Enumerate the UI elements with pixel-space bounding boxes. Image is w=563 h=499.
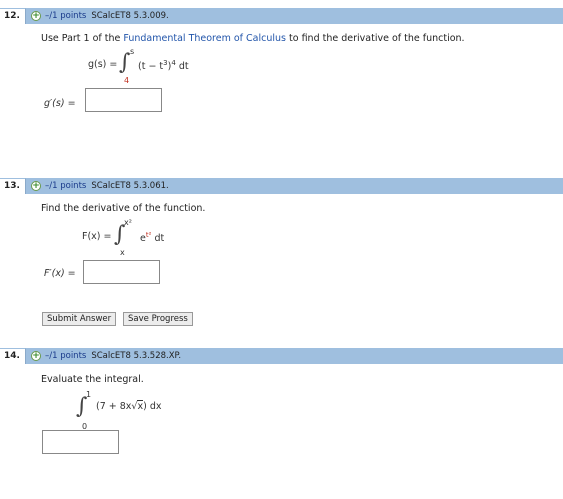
question-13: 13. + –/1 points SCalcET8 5.3.061. Find t… <box>0 178 563 338</box>
question-code: SCalcET8 5.3.061. <box>91 181 169 191</box>
integral-sign: ∫ <box>119 50 131 75</box>
upper-limit: 1 <box>86 390 92 399</box>
question-prompt: Use Part 1 of the Fundamental Theorem of… <box>41 33 465 44</box>
integrand: (t − t3)4 dt <box>138 59 189 73</box>
save-progress-button[interactable]: Save Progress <box>123 312 193 326</box>
lower-limit: 4 <box>124 76 130 85</box>
lower-limit: x <box>120 248 125 257</box>
question-code: SCalcET8 5.3.009. <box>91 11 169 21</box>
function-lhs: F(x) = <box>82 231 112 242</box>
points-label: –/1 points SCalcET8 5.3.009. <box>45 8 169 24</box>
answer-label: g′(s) = <box>44 98 76 109</box>
points-label: –/1 points SCalcET8 5.3.061. <box>45 178 169 194</box>
question-header: 13. + –/1 points SCalcET8 5.3.061. <box>0 178 563 194</box>
question-number: 12. <box>0 8 26 24</box>
question-prompt: Evaluate the integral. <box>41 374 144 385</box>
plus-icon[interactable]: + <box>31 11 41 21</box>
question-header: 12. + –/1 points SCalcET8 5.3.009. <box>0 8 563 24</box>
question-number: 13. <box>0 178 26 194</box>
points-value: –/1 points <box>45 351 87 361</box>
ftc-link[interactable]: Fundamental Theorem of Calculus <box>123 33 286 44</box>
answer-input[interactable] <box>85 88 162 112</box>
question-prompt: Find the derivative of the function. <box>41 203 206 214</box>
question-number: 14. <box>0 348 26 364</box>
points-value: –/1 points <box>45 11 87 21</box>
answer-input[interactable] <box>83 260 160 284</box>
question-14: 14. + –/1 points SCalcET8 5.3.528.XP. Eva… <box>0 348 563 488</box>
points-label: –/1 points SCalcET8 5.3.528.XP. <box>45 348 181 364</box>
plus-icon[interactable]: + <box>31 181 41 191</box>
submit-answer-button[interactable]: Submit Answer <box>42 312 117 326</box>
question-header: 14. + –/1 points SCalcET8 5.3.528.XP. <box>0 348 563 364</box>
integrand: (7 + 8x√x) dx <box>96 400 162 412</box>
answer-input[interactable] <box>42 430 119 454</box>
question-12: 12. + –/1 points SCalcET8 5.3.009. Use Pa… <box>0 8 563 168</box>
upper-limit: s <box>130 47 135 56</box>
function-lhs: g(s) = <box>88 59 118 70</box>
upper-limit: x² <box>124 218 132 227</box>
question-code: SCalcET8 5.3.528.XP. <box>91 351 182 361</box>
points-value: –/1 points <box>45 181 87 191</box>
integrand: et² dt <box>140 231 165 245</box>
answer-label: F′(x) = <box>44 268 76 279</box>
plus-icon[interactable]: + <box>31 351 41 361</box>
